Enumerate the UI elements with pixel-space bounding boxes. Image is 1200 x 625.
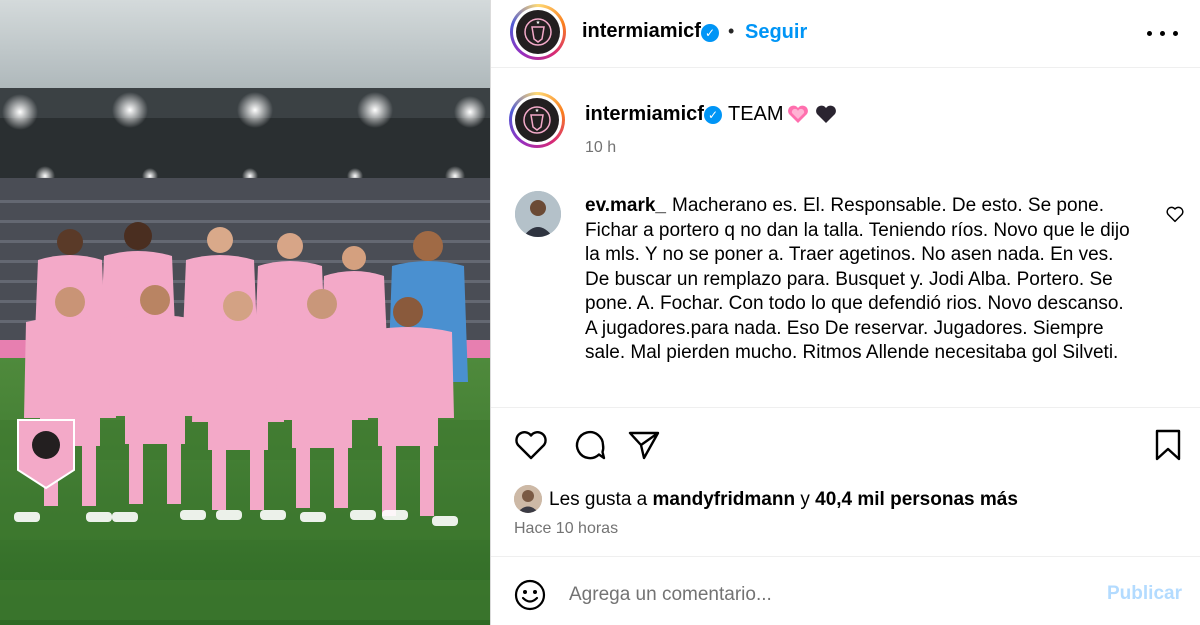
post-photo[interactable] (0, 0, 490, 625)
verified-badge-icon: ✓ (701, 24, 719, 42)
post-side-panel: ★ intermiamicf ✓ • Seguir ★ intermiamicf… (490, 0, 1200, 625)
likes-count[interactable]: 40,4 mil personas más (815, 489, 1018, 510)
pink-heart-icon (788, 105, 808, 123)
divider (491, 407, 1200, 408)
post-timestamp[interactable]: Hace 10 horas (514, 520, 618, 538)
likes-summary[interactable]: Les gusta a mandyfridmann y 40,4 mil per… (549, 489, 1018, 511)
verified-badge-icon: ✓ (704, 106, 722, 124)
emoji-picker-icon[interactable] (513, 578, 547, 612)
team-photo-illustration (0, 0, 490, 625)
more-options-icon[interactable] (1146, 22, 1180, 44)
caption-username[interactable]: intermiamicf (585, 103, 704, 126)
liker-avatar[interactable] (514, 485, 542, 513)
add-comment-input[interactable] (569, 580, 1089, 610)
comment-text: Macherano es. El. Responsable. De esto. … (585, 195, 1130, 363)
caption-avatar[interactable]: ★ (509, 92, 565, 148)
comment-bubble-icon[interactable] (573, 428, 607, 462)
caption-timestamp[interactable]: 10 h (585, 139, 616, 157)
account-username[interactable]: intermiamicf (582, 20, 701, 43)
svg-text:★: ★ (535, 108, 540, 114)
svg-text:★: ★ (536, 20, 541, 26)
like-heart-icon[interactable] (514, 429, 548, 461)
liker-username[interactable]: mandyfridmann (653, 489, 796, 510)
inter-miami-crest-icon: ★ (516, 10, 560, 54)
comment-content: ev.mark_ Macherano es. El. Responsable. D… (585, 194, 1135, 366)
post-header: ★ intermiamicf ✓ • Seguir (491, 0, 1200, 68)
separator-dot: • (728, 21, 735, 41)
publish-comment-button[interactable]: Publicar (1107, 583, 1182, 605)
share-paper-plane-icon[interactable] (627, 428, 661, 462)
comment-username[interactable]: ev.mark_ (585, 195, 666, 216)
follow-button[interactable]: Seguir (745, 21, 807, 44)
black-heart-icon (816, 105, 836, 123)
inter-miami-crest-icon: ★ (515, 98, 559, 142)
save-bookmark-icon[interactable] (1153, 428, 1183, 462)
commenter-avatar[interactable] (515, 191, 561, 237)
divider (491, 556, 1200, 557)
account-avatar[interactable]: ★ (510, 4, 566, 60)
comment-like-heart-icon[interactable] (1165, 205, 1185, 223)
caption-text: TEAM (728, 103, 784, 125)
